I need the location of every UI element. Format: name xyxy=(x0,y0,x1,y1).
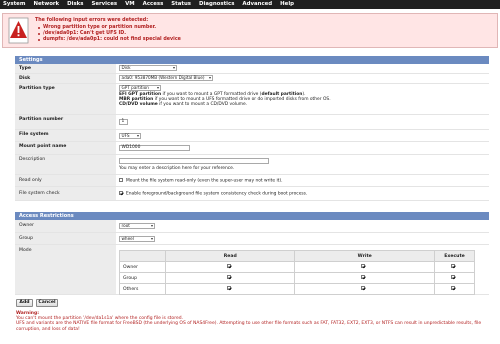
owner-select[interactable]: root xyxy=(119,223,155,229)
table-row: Owner xyxy=(119,261,475,273)
chevron-down-icon xyxy=(208,77,211,80)
owner-write-checkbox[interactable] xyxy=(361,264,366,269)
group-label: Group xyxy=(15,233,116,244)
row-label-owner: Owner xyxy=(119,261,166,273)
owner-label: Owner xyxy=(15,220,116,232)
chevron-down-icon xyxy=(156,87,159,90)
row-label-others: Others xyxy=(119,283,166,295)
description-help: You may enter a description here for you… xyxy=(119,166,235,171)
table-row: Others xyxy=(119,283,475,295)
read-only-row: Read only Mount the file system read-onl… xyxy=(15,175,489,187)
fs-check-checkbox[interactable] xyxy=(119,190,123,195)
partition-number-input[interactable]: 1 xyxy=(119,119,128,125)
group-read-checkbox[interactable] xyxy=(226,275,231,280)
nav-system[interactable]: System xyxy=(0,0,29,9)
partition-number-row: Partition number 1 xyxy=(15,115,489,130)
table-row: Group xyxy=(119,272,475,284)
mode-label: Mode xyxy=(15,245,116,294)
nav-vm[interactable]: VM xyxy=(121,0,139,9)
owner-execute-checkbox[interactable] xyxy=(451,264,455,269)
group-write-checkbox[interactable] xyxy=(361,275,366,280)
nav-network[interactable]: Network xyxy=(29,0,63,9)
warning-line-2: UFS and variants are the NATIVE file for… xyxy=(16,321,482,332)
chevron-down-icon xyxy=(172,67,175,70)
error-item: dumpfs: /dev/ada0p1: could not find spec… xyxy=(38,37,181,42)
file-system-label: File system xyxy=(15,130,116,141)
chevron-down-icon xyxy=(150,225,153,228)
group-select[interactable]: wheel xyxy=(119,236,155,242)
others-write-checkbox[interactable] xyxy=(361,286,366,291)
disk-row: Disk ada0: 953870MB (Western Digital Blu… xyxy=(15,74,489,84)
file-system-row: File system UFS xyxy=(15,130,489,142)
nav-status[interactable]: Status xyxy=(167,0,195,9)
type-row: Type Disk xyxy=(15,64,489,74)
partition-type-help-3: CD/DVD volume if you want to mount a CD/… xyxy=(119,102,248,107)
error-list: Wrong partition type or partition number… xyxy=(38,25,181,43)
read-only-label: Read only xyxy=(15,175,116,186)
others-read-checkbox[interactable] xyxy=(226,286,231,291)
nav-access[interactable]: Access xyxy=(139,0,168,9)
table-header-empty xyxy=(119,250,166,262)
mount-point-input[interactable]: WD1000 xyxy=(119,145,190,151)
nav-services[interactable]: Services xyxy=(87,0,121,9)
error-warning-icon xyxy=(8,17,29,44)
nav-advanced[interactable]: Advanced xyxy=(238,0,276,9)
fs-check-text: Enable foreground/background file system… xyxy=(126,191,308,196)
owner-read-checkbox[interactable] xyxy=(226,264,231,269)
chevron-down-icon xyxy=(150,238,153,241)
error-title: The following input errors were detected… xyxy=(35,18,149,23)
nav-disks[interactable]: Disks xyxy=(63,0,87,9)
table-header-execute: Execute xyxy=(434,250,475,262)
access-section-header: Access Restrictions xyxy=(15,212,489,220)
row-label-group: Group xyxy=(119,272,166,284)
add-button[interactable]: Add xyxy=(16,299,33,307)
partition-number-label: Partition number xyxy=(15,115,116,129)
table-header-write: Write xyxy=(294,250,435,262)
read-only-text: Mount the file system read-only (even th… xyxy=(126,178,283,183)
group-row: Group wheel xyxy=(15,233,489,245)
file-system-select[interactable]: UFS xyxy=(119,133,141,139)
partition-type-label: Partition type xyxy=(15,84,116,114)
description-input[interactable] xyxy=(119,158,269,164)
owner-row: Owner root xyxy=(15,220,489,233)
nav-help[interactable]: Help xyxy=(276,0,298,9)
settings-section-header: Settings xyxy=(15,56,489,64)
table-header-read: Read xyxy=(164,250,296,262)
partition-type-row: Partition type GPT partition EFI GPT par… xyxy=(15,84,489,115)
description-label: Description xyxy=(15,155,116,174)
group-execute-checkbox[interactable] xyxy=(451,275,455,280)
mount-point-row: Mount point name WD1000 xyxy=(15,142,489,155)
fs-check-label: File system check xyxy=(15,187,116,200)
type-label: Type xyxy=(15,64,116,73)
fs-check-row: File system check Enable foreground/back… xyxy=(15,187,489,201)
type-select[interactable]: Disk xyxy=(119,65,177,71)
warning-note: Warning: You can't mount the partition '… xyxy=(16,311,491,332)
mount-point-label: Mount point name xyxy=(15,142,116,154)
others-execute-checkbox[interactable] xyxy=(451,286,455,291)
top-nav-bar: System Network Disks Services VM Access … xyxy=(0,0,500,9)
read-only-checkbox[interactable] xyxy=(119,177,123,182)
partition-type-select[interactable]: GPT partition xyxy=(119,85,161,91)
chevron-down-icon xyxy=(136,135,139,138)
table-header-row: Read Write Execute xyxy=(119,250,475,262)
mode-permissions-table: Read Write Execute Owner Group Others xyxy=(119,250,475,295)
description-row: Description You may enter a description … xyxy=(15,155,489,175)
nav-diagnostics[interactable]: Diagnostics xyxy=(195,0,238,9)
disk-select[interactable]: ada0: 953870MB (Western Digital Blue) xyxy=(119,75,213,81)
disk-label: Disk xyxy=(15,74,116,83)
cancel-button[interactable]: Cancel xyxy=(36,299,58,307)
input-error-box: The following input errors were detected… xyxy=(2,13,498,48)
